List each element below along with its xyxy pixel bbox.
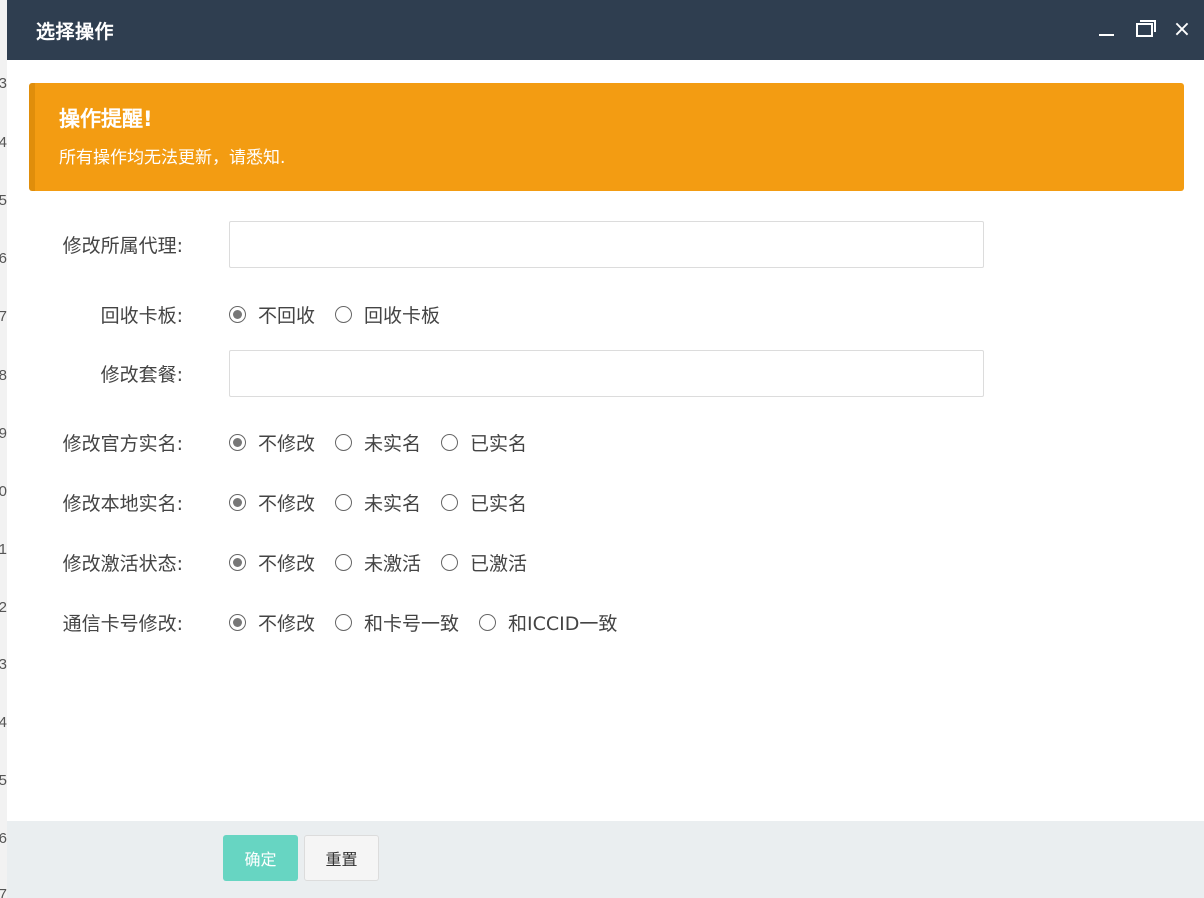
radio-label: 不修改 xyxy=(258,432,316,455)
comm-number-label: 通信卡号修改: xyxy=(62,612,183,635)
agent-input[interactable] xyxy=(229,221,984,268)
radio-label: 和卡号一致 xyxy=(364,612,460,635)
radio-official-verified[interactable]: 已实名 xyxy=(441,429,527,456)
row-number: 6 xyxy=(0,250,7,267)
radio-unchecked-icon xyxy=(335,553,353,571)
radio-unchecked-icon xyxy=(441,433,459,451)
warning-alert: 操作提醒! 所有操作均无法更新，请悉知. xyxy=(29,83,1184,191)
radio-comm-same-as-card[interactable]: 和卡号一致 xyxy=(335,609,459,636)
row-number: 8 xyxy=(0,367,7,384)
radio-activation-active[interactable]: 已激活 xyxy=(441,549,527,576)
package-label: 修改套餐: xyxy=(100,364,183,386)
alert-text: 所有操作均无法更新，请悉知. xyxy=(59,148,286,168)
radio-label: 未实名 xyxy=(364,432,422,455)
local-realname-label: 修改本地实名: xyxy=(62,492,183,515)
reset-button[interactable]: 重置 xyxy=(304,835,379,881)
radio-label: 已实名 xyxy=(470,432,528,455)
radio-comm-same-as-iccid[interactable]: 和ICCID一致 xyxy=(479,609,617,636)
radio-label: 不回收 xyxy=(258,304,316,327)
radio-label: 和ICCID一致 xyxy=(508,612,618,635)
radio-local-unverified[interactable]: 未实名 xyxy=(335,489,421,516)
radio-checked-icon xyxy=(229,553,246,571)
alert-title: 操作提醒! xyxy=(59,107,153,131)
official-realname-label: 修改官方实名: xyxy=(62,432,183,455)
radio-checked-icon xyxy=(229,613,246,631)
row-number: 7 xyxy=(0,308,7,325)
form-row-agent: 修改所属代理: xyxy=(7,221,1204,268)
maximize-button[interactable] xyxy=(1125,0,1163,60)
radio-label: 不修改 xyxy=(258,612,316,635)
radio-local-verified[interactable]: 已实名 xyxy=(441,489,527,516)
radio-unchecked-icon xyxy=(441,553,459,571)
row-number: 2 xyxy=(0,599,7,616)
select-operation-dialog: 选择操作 × 操作提醒! 所有操作均无法更新，请悉知. 修改所属代理: 回收卡板… xyxy=(7,0,1204,898)
recycle-board-radio-group: 不回收 回收卡板 xyxy=(229,301,460,328)
radio-unchecked-icon xyxy=(335,493,353,511)
comm-number-radio-group: 不修改 和卡号一致 和ICCID一致 xyxy=(229,609,637,636)
close-button[interactable]: × xyxy=(1163,0,1201,60)
window-controls: × xyxy=(1087,0,1204,60)
activation-label: 修改激活状态: xyxy=(62,552,183,575)
local-realname-radio-group: 不修改 未实名 已实名 xyxy=(229,489,547,516)
radio-label: 回收卡板 xyxy=(364,304,441,327)
form-row-comm-number: 通信卡号修改: 不修改 和卡号一致 和ICCID一致 xyxy=(7,608,1204,636)
row-number: 7 xyxy=(0,886,7,898)
radio-recycle-board[interactable]: 回收卡板 xyxy=(335,301,440,328)
radio-not-recycle[interactable]: 不回收 xyxy=(229,301,315,328)
row-number: 9 xyxy=(0,425,7,442)
radio-label: 已实名 xyxy=(470,492,528,515)
radio-official-unverified[interactable]: 未实名 xyxy=(335,429,421,456)
form-row-package: 修改套餐: xyxy=(7,350,1204,397)
radio-unchecked-icon xyxy=(335,613,353,631)
radio-checked-icon xyxy=(229,493,246,511)
radio-unchecked-icon xyxy=(479,613,497,631)
minimize-icon xyxy=(1098,34,1114,36)
radio-label: 不修改 xyxy=(258,552,316,575)
radio-label: 未实名 xyxy=(364,492,422,515)
radio-checked-icon xyxy=(229,433,246,451)
recycle-board-label: 回收卡板: xyxy=(100,304,183,327)
radio-checked-icon xyxy=(229,305,246,323)
maximize-icon xyxy=(1135,20,1156,37)
form-row-recycle-board: 回收卡板: 不回收 回收卡板 xyxy=(7,300,1204,328)
row-number: 3 xyxy=(0,656,7,673)
form-row-official-realname: 修改官方实名: 不修改 未实名 已实名 xyxy=(7,428,1204,456)
row-number: 5 xyxy=(0,192,7,209)
agent-label: 修改所属代理: xyxy=(62,235,183,257)
row-number: 4 xyxy=(0,714,7,731)
radio-activation-no-change[interactable]: 不修改 xyxy=(229,549,315,576)
radio-activation-inactive[interactable]: 未激活 xyxy=(335,549,421,576)
minimize-button[interactable] xyxy=(1087,0,1125,60)
official-realname-radio-group: 不修改 未实名 已实名 xyxy=(229,429,547,456)
radio-official-no-change[interactable]: 不修改 xyxy=(229,429,315,456)
confirm-button[interactable]: 确定 xyxy=(223,835,298,881)
form-row-activation: 修改激活状态: 不修改 未激活 已激活 xyxy=(7,548,1204,576)
radio-unchecked-icon xyxy=(441,493,459,511)
radio-label: 不修改 xyxy=(258,492,316,515)
package-input[interactable] xyxy=(229,350,984,397)
radio-comm-no-change[interactable]: 不修改 xyxy=(229,609,315,636)
radio-local-no-change[interactable]: 不修改 xyxy=(229,489,315,516)
row-number: 4 xyxy=(0,134,7,151)
row-number: 3 xyxy=(0,75,7,92)
radio-label: 未激活 xyxy=(364,552,422,575)
row-number: 1 xyxy=(0,541,7,558)
dialog-title: 选择操作 xyxy=(36,20,115,43)
close-icon: × xyxy=(1172,17,1192,42)
dialog-footer: 确定 重置 xyxy=(7,821,1204,898)
activation-radio-group: 不修改 未激活 已激活 xyxy=(229,549,547,576)
row-number: 5 xyxy=(0,772,7,789)
dialog-titlebar[interactable]: 选择操作 × xyxy=(7,0,1204,60)
row-number: 6 xyxy=(0,830,7,847)
background-page-strip: 3 4 5 6 7 8 9 0 1 2 3 4 5 6 7 xyxy=(0,0,7,898)
radio-label: 已激活 xyxy=(470,552,528,575)
form-row-local-realname: 修改本地实名: 不修改 未实名 已实名 xyxy=(7,488,1204,516)
row-number: 0 xyxy=(0,483,7,500)
radio-unchecked-icon xyxy=(335,433,353,451)
radio-unchecked-icon xyxy=(335,305,353,323)
